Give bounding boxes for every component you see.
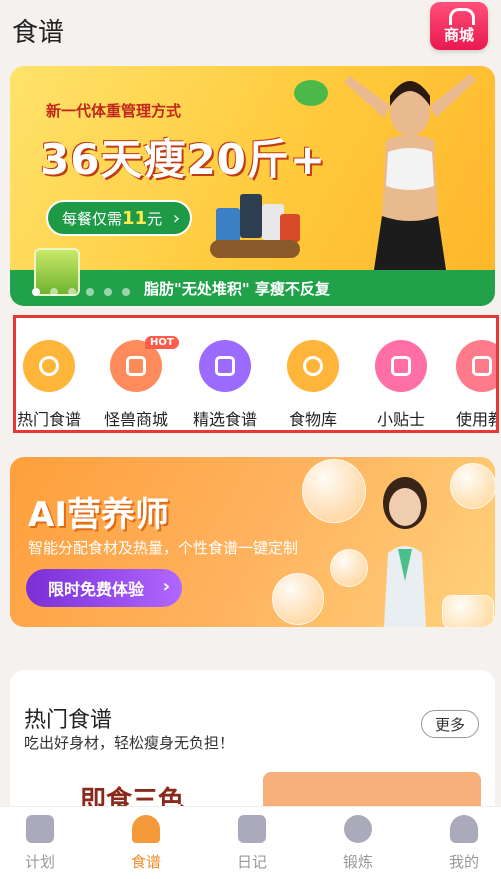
price-unit: 元: [147, 209, 163, 228]
tab-diary[interactable]: 日记: [202, 815, 302, 872]
food-bubble-image: [330, 549, 368, 587]
food-bubble-image: [272, 573, 324, 625]
ai-nutritionist-card[interactable]: AI营养师 智能分配食材及热量，个性食谱一键定制 限时免费体验 ›: [10, 457, 495, 627]
page-title: 食谱: [12, 18, 65, 48]
quick-menu-label: 精选食谱: [192, 410, 257, 429]
header: 食谱 商城: [0, 0, 501, 56]
tutorial-icon: [456, 340, 496, 392]
carousel-dot[interactable]: [104, 288, 112, 296]
quick-menu-label: 热门食谱: [16, 410, 81, 429]
carousel-dot[interactable]: [86, 288, 94, 296]
tab-label: 我的: [448, 853, 479, 871]
banner-slogan-big: 36天瘦20斤+: [40, 135, 327, 184]
tab-label: 日记: [236, 853, 267, 871]
quick-menu-item-monster-shop[interactable]: HOT 怪兽商城: [91, 336, 181, 430]
shopping-bag-icon: [449, 8, 475, 25]
banner-bottom-text: 脂肪"无处堆积" 享瘦不反复: [144, 280, 330, 298]
quick-menu-item-hot-recipes[interactable]: 热门食谱: [16, 340, 94, 430]
tab-profile[interactable]: 我的: [414, 815, 501, 872]
banner-slogan-small: 新一代体重管理方式: [46, 102, 182, 120]
quick-menu: 热门食谱 HOT 怪兽商城 精选食谱 食物库 小贴士 使用教: [13, 315, 499, 433]
quick-menu-label: 小贴士: [376, 410, 425, 429]
carousel-dot[interactable]: [50, 288, 58, 296]
product-boxes-image: [210, 190, 302, 262]
free-trial-label: 限时免费体验: [48, 580, 145, 599]
chevron-right-icon: ›: [162, 576, 170, 597]
ai-nutritionist-avatar: [383, 477, 427, 627]
tab-label: 食谱: [130, 853, 161, 871]
price-prefix: 每餐仅需: [62, 209, 123, 228]
quick-menu-item-featured-recipes[interactable]: 精选食谱: [180, 340, 270, 430]
tab-exercise[interactable]: 锻炼: [308, 815, 408, 872]
free-trial-button[interactable]: 限时免费体验 ›: [26, 569, 182, 607]
food-bubble-image: [302, 459, 366, 523]
vegetable-icon: [294, 80, 328, 106]
model-woman-image: [344, 74, 476, 270]
carousel-dot[interactable]: [68, 288, 76, 296]
hot-badge: HOT: [145, 336, 179, 349]
tips-icon: [375, 340, 427, 392]
shop-label: 商城: [443, 26, 474, 44]
carousel-indicator: [32, 288, 130, 296]
banner-price-button[interactable]: 每餐仅需 11 元 ›: [46, 200, 192, 236]
dumbbell-icon: [344, 815, 372, 843]
tab-label: 计划: [24, 853, 55, 871]
ai-card-title: AI营养师: [28, 495, 169, 535]
more-button[interactable]: 更多: [421, 710, 479, 738]
shop-entry-button[interactable]: 商城: [430, 2, 488, 50]
price-value: 11: [122, 207, 148, 229]
food-library-icon: [287, 340, 339, 392]
star-recipe-icon: [199, 340, 251, 392]
promo-banner[interactable]: 新一代体重管理方式 36天瘦20斤+ 每餐仅需 11 元 › 脂肪"无处堆积" 享瘦…: [10, 66, 495, 306]
hot-recipe-icon: [23, 340, 75, 392]
ai-card-subtitle: 智能分配食材及热量，个性食谱一键定制: [28, 539, 299, 557]
chef-hat-icon: [132, 815, 160, 843]
quick-menu-label: 食物库: [288, 410, 337, 429]
quick-menu-item-tips[interactable]: 小贴士: [356, 340, 446, 430]
tab-recipes[interactable]: 食谱: [96, 815, 196, 872]
profile-icon: [450, 815, 478, 843]
quick-menu-label: 使用教: [456, 410, 496, 429]
bottom-tab-bar: 计划 食谱 日记 锻炼 我的: [0, 806, 501, 879]
quick-menu-item-tutorial[interactable]: 使用教: [440, 340, 496, 430]
section-subtitle: 吃出好身材，轻松瘦身无负担！: [24, 734, 235, 752]
quick-menu-item-food-library[interactable]: 食物库: [268, 340, 358, 430]
quick-menu-label: 怪兽商城: [103, 410, 168, 429]
carousel-dot[interactable]: [122, 288, 130, 296]
carousel-dot[interactable]: [32, 288, 40, 296]
section-title: 热门食谱: [24, 708, 113, 733]
tab-label: 锻炼: [342, 853, 373, 871]
diary-icon: [238, 815, 266, 843]
chevron-right-icon: ›: [172, 208, 180, 229]
plan-icon: [26, 815, 54, 843]
food-bubble-image: [450, 463, 495, 509]
food-bubble-image: [442, 595, 494, 627]
tab-plan[interactable]: 计划: [0, 815, 90, 872]
